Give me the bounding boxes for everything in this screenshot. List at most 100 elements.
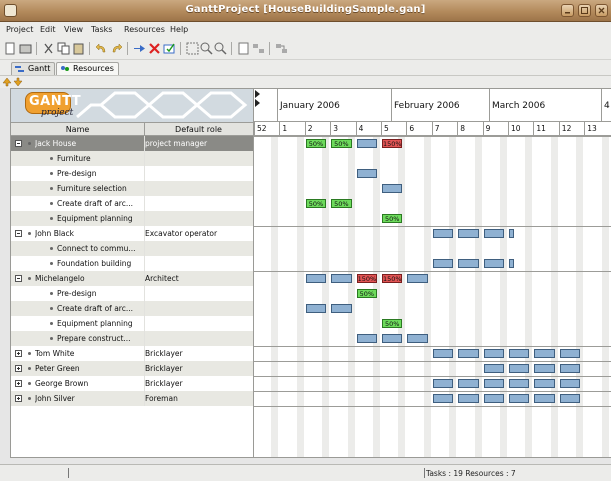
assignment-row[interactable]: Foundation building: [11, 256, 253, 271]
menu-help[interactable]: Help: [170, 25, 188, 34]
copy-icon[interactable]: [57, 42, 70, 55]
resource-row[interactable]: John Silver Foreman: [11, 391, 253, 406]
assignment-row[interactable]: Create draft of arc...: [11, 196, 253, 211]
move-down-icon[interactable]: [13, 77, 23, 87]
load-bar[interactable]: [458, 259, 479, 268]
collapse-icon[interactable]: [15, 140, 22, 147]
collapse-icon[interactable]: [15, 275, 22, 282]
zoom-fit-icon[interactable]: [186, 42, 199, 55]
load-bar[interactable]: [483, 349, 504, 358]
load-bar[interactable]: [331, 304, 352, 313]
collapse-icon[interactable]: [15, 230, 22, 237]
load-bar[interactable]: [382, 184, 403, 193]
load-bar[interactable]: [382, 334, 403, 343]
assignment-row[interactable]: Pre-design: [11, 286, 253, 301]
assignment-row[interactable]: Furniture selection: [11, 181, 253, 196]
load-bar[interactable]: [407, 274, 428, 283]
assignment-row[interactable]: Pre-design: [11, 166, 253, 181]
maximize-button[interactable]: [578, 4, 591, 17]
load-bar[interactable]: [305, 304, 327, 313]
expand-icon[interactable]: [15, 365, 22, 372]
unlink-tasks-icon[interactable]: [275, 42, 288, 55]
collapse-arrow-icon[interactable]: [255, 90, 260, 98]
load-bar[interactable]: 50%: [331, 139, 352, 148]
cut-icon[interactable]: [42, 42, 55, 55]
load-bar[interactable]: [458, 379, 479, 388]
menu-tasks[interactable]: Tasks: [91, 25, 112, 34]
load-bar[interactable]: [509, 259, 515, 268]
minimize-button[interactable]: [561, 4, 574, 17]
resource-row[interactable]: George Brown Bricklayer: [11, 376, 253, 391]
load-bar[interactable]: [534, 394, 555, 403]
load-bar[interactable]: 50%: [382, 214, 403, 223]
load-bar[interactable]: 50%: [382, 319, 403, 328]
load-bar[interactable]: [509, 364, 530, 373]
assignment-row[interactable]: Equipment planning: [11, 211, 253, 226]
menu-view[interactable]: View: [64, 25, 83, 34]
load-bar[interactable]: [432, 259, 454, 268]
name-column-header[interactable]: Name: [11, 125, 144, 134]
load-bar[interactable]: [305, 274, 327, 283]
add-task-icon[interactable]: [133, 42, 146, 55]
load-bar[interactable]: [534, 349, 555, 358]
resource-row[interactable]: Michelangelo Architect: [11, 271, 253, 286]
expand-icon[interactable]: [15, 380, 22, 387]
delete-icon[interactable]: [148, 42, 161, 55]
load-bar[interactable]: 150%: [382, 139, 403, 148]
load-bar[interactable]: [534, 364, 555, 373]
load-bar[interactable]: [356, 139, 377, 148]
load-bar[interactable]: [432, 229, 454, 238]
resource-row[interactable]: Jack House project manager: [11, 136, 253, 151]
load-bar[interactable]: [559, 379, 581, 388]
load-bar[interactable]: [483, 364, 504, 373]
load-bar[interactable]: [509, 349, 530, 358]
assignment-row[interactable]: Prepare construct...: [11, 331, 253, 346]
load-bar[interactable]: [509, 229, 515, 238]
resource-row[interactable]: John Black Excavator operator: [11, 226, 253, 241]
load-bar[interactable]: [356, 169, 377, 178]
close-button[interactable]: [595, 4, 608, 17]
undo-icon[interactable]: [95, 42, 108, 55]
zoom-in-icon[interactable]: [200, 42, 213, 55]
load-bar[interactable]: [483, 379, 504, 388]
assignment-row[interactable]: Connect to commu...: [11, 241, 253, 256]
load-bar[interactable]: 50%: [331, 199, 352, 208]
resource-row[interactable]: Peter Green Bricklayer: [11, 361, 253, 376]
load-bar[interactable]: 50%: [305, 139, 327, 148]
load-bar[interactable]: [407, 334, 428, 343]
move-up-icon[interactable]: [2, 77, 12, 87]
redo-icon[interactable]: [110, 42, 123, 55]
collapse-arrow-icon[interactable]: [255, 99, 260, 107]
load-bar[interactable]: [559, 394, 581, 403]
menu-resources[interactable]: Resources: [124, 25, 165, 34]
load-bar[interactable]: [432, 394, 454, 403]
load-bar[interactable]: 150%: [382, 274, 403, 283]
load-bar[interactable]: [458, 394, 479, 403]
expand-icon[interactable]: [15, 395, 22, 402]
tab-resources[interactable]: Resources: [56, 62, 119, 75]
resource-row[interactable]: Tom White Bricklayer: [11, 346, 253, 361]
open-project-icon[interactable]: [19, 42, 32, 55]
load-bar[interactable]: [534, 379, 555, 388]
role-column-header[interactable]: Default role: [145, 125, 252, 134]
properties-icon[interactable]: [163, 42, 176, 55]
load-bar[interactable]: [458, 229, 479, 238]
load-bar[interactable]: [559, 364, 581, 373]
load-bar[interactable]: [509, 379, 530, 388]
menu-edit[interactable]: Edit: [40, 25, 56, 34]
assignment-row[interactable]: Furniture: [11, 151, 253, 166]
load-bar[interactable]: [483, 259, 504, 268]
paste-icon[interactable]: [72, 42, 85, 55]
new-project-icon[interactable]: [4, 42, 17, 55]
link-tasks-icon[interactable]: [252, 42, 265, 55]
expand-icon[interactable]: [15, 350, 22, 357]
load-bar[interactable]: [356, 334, 377, 343]
load-bar[interactable]: [458, 349, 479, 358]
load-bar[interactable]: [432, 349, 454, 358]
menu-project[interactable]: Project: [6, 25, 33, 34]
load-bar[interactable]: [559, 349, 581, 358]
assignment-row[interactable]: Equipment planning: [11, 316, 253, 331]
tab-gantt[interactable]: Gantt: [11, 62, 56, 75]
load-bar[interactable]: 50%: [305, 199, 327, 208]
load-bar[interactable]: 50%: [356, 289, 377, 298]
